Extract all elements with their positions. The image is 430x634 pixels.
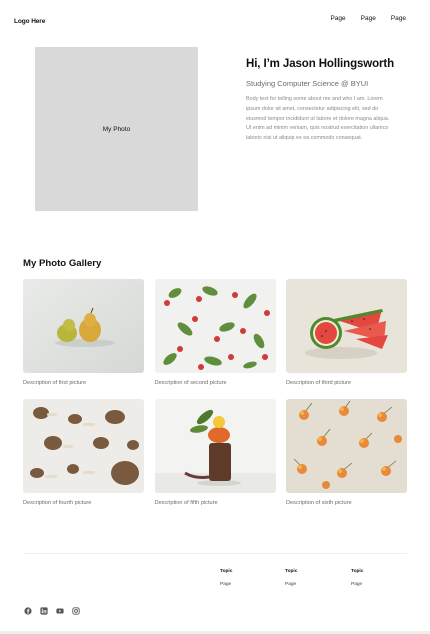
footer-topic-2: Topic bbox=[285, 569, 298, 574]
footer-link-2[interactable]: Page bbox=[285, 582, 297, 587]
hero-text: Hi, I’m Jason Hollingsworth Studying Com… bbox=[246, 58, 396, 144]
footer-divider bbox=[23, 553, 407, 554]
footer-link-1[interactable]: Page bbox=[220, 582, 232, 587]
logo[interactable]: Logo Here bbox=[14, 18, 45, 25]
nav-link-page-1[interactable]: Page bbox=[330, 15, 345, 22]
social-links bbox=[24, 607, 80, 615]
profile-photo-placeholder: My Photo bbox=[35, 47, 198, 211]
pears-photo[interactable] bbox=[23, 279, 144, 373]
footer-column-3: Topic Page bbox=[351, 569, 363, 587]
profile-photo-label: My Photo bbox=[102, 125, 131, 133]
youtube-icon[interactable] bbox=[56, 607, 64, 615]
gallery-card-5[interactable]: Description of fifth picture bbox=[154, 399, 276, 506]
nav-link-page-3[interactable]: Page bbox=[391, 15, 406, 22]
gallery-card-3[interactable]: Description of third picture bbox=[286, 279, 407, 386]
gallery-card-6[interactable]: Description of sixth picture bbox=[286, 399, 407, 506]
gallery-title: My Photo Gallery bbox=[23, 258, 102, 269]
gallery-card-4[interactable]: Description of fourth picture bbox=[23, 399, 144, 506]
gallery-description-2: Description of second picture bbox=[154, 380, 227, 386]
top-nav: Logo Here Page Page Page bbox=[0, 0, 430, 42]
gallery-description-4: Description of fourth picture bbox=[23, 500, 92, 506]
watermelon-photo[interactable] bbox=[286, 279, 407, 373]
footer-link-3[interactable]: Page bbox=[351, 582, 363, 587]
vegetable-stack-photo[interactable] bbox=[154, 399, 276, 493]
footer-topic-3: Topic bbox=[351, 569, 364, 574]
radishes-photo[interactable] bbox=[154, 279, 276, 373]
mushrooms-photo[interactable] bbox=[23, 399, 144, 493]
footer-column-2: Topic Page bbox=[285, 569, 297, 587]
facebook-icon[interactable] bbox=[24, 607, 32, 615]
footer-topic-1: Topic bbox=[220, 569, 233, 574]
gallery-description-5: Description of fifth picture bbox=[154, 500, 218, 506]
nav-link-page-2[interactable]: Page bbox=[361, 15, 376, 22]
gallery-description-6: Description of sixth picture bbox=[286, 500, 352, 506]
gallery-card-2[interactable]: Description of second picture bbox=[154, 279, 276, 386]
gallery-card-1[interactable]: Description of first picture bbox=[23, 279, 144, 386]
hero-subtitle: Studying Computer Science @ BYUI bbox=[246, 79, 369, 88]
linkedin-icon[interactable] bbox=[40, 607, 48, 615]
gallery-description-3: Description of third picture bbox=[286, 380, 351, 386]
gallery-description-1: Description of first picture bbox=[23, 380, 87, 386]
footer-column-1: Topic Page bbox=[220, 569, 232, 587]
instagram-icon[interactable] bbox=[72, 607, 80, 615]
hero-body-text: Body text for telling some about me and … bbox=[246, 96, 390, 142]
hero-title: Hi, I’m Jason Hollingsworth bbox=[246, 58, 395, 70]
nav-links: Page Page Page bbox=[330, 15, 406, 22]
cherries-photo[interactable] bbox=[286, 399, 407, 493]
